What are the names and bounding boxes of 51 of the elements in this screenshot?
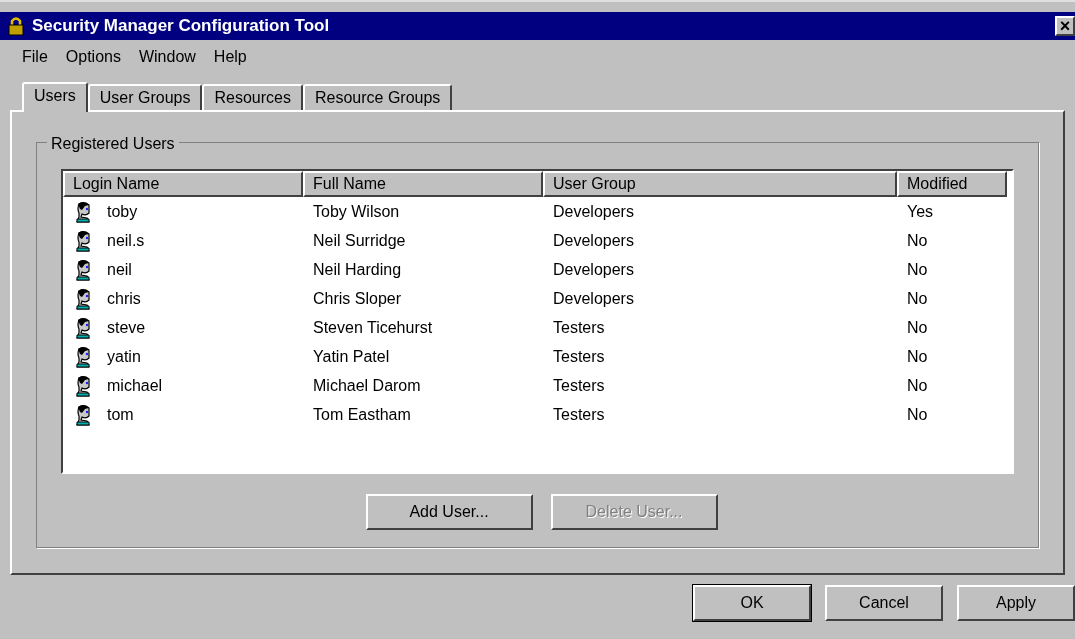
column-header[interactable]: User Group [543,171,897,197]
table-cell-text: Neil Surridge [313,230,406,251]
table-cell-text: michael [107,375,163,396]
table-cell-text: Testers [553,346,605,367]
table-cell-text: tom [107,404,134,425]
column-header[interactable]: Login Name [63,171,303,197]
dialog-button[interactable]: Apply [957,585,1075,621]
menu-item[interactable]: Help [213,45,247,69]
table-cell-text: Testers [553,317,605,338]
close-button[interactable]: × [1055,16,1075,36]
table-cell-text: No [907,288,928,309]
menu-item[interactable]: Window [138,45,196,69]
tab[interactable]: Users [22,82,88,112]
table-cell-text: No [907,346,928,367]
table-cell-text: No [907,230,928,251]
tab[interactable]: User Groups [87,84,203,110]
list-button[interactable]: Add User... [365,494,533,530]
tab[interactable]: Resource Groups [302,84,453,110]
table-cell-text: Chris Sloper [313,288,402,309]
dialog-button[interactable]: Cancel [825,585,943,621]
table-cell-text: Steven Ticehurst [313,317,433,338]
menu-item[interactable]: File [22,45,48,69]
dialog-button[interactable]: OK [693,585,811,621]
table-cell-text: Yes [907,201,934,222]
table-cell-text: Developers [553,230,634,251]
table-cell-text: Testers [553,375,605,396]
table-cell-text: neil [107,259,132,280]
table-cell-text: steve [107,317,146,338]
column-header[interactable]: Full Name [303,171,543,197]
table-cell-text: toby [107,201,138,222]
column-header[interactable]: Modified [897,171,1007,197]
table-cell-text: No [907,259,928,280]
table-cell-text: Neil Harding [313,259,402,280]
table-cell-text: Developers [553,259,634,280]
table-cell-text: Developers [553,201,634,222]
padlock-icon [8,16,24,36]
table-cell-text: Developers [553,288,634,309]
tab[interactable]: Resources [202,84,303,110]
table-cell-text: No [907,317,928,338]
table-cell-text: yatin [107,346,141,367]
table-cell-text: No [907,404,928,425]
table-cell-text: Toby Wilson [313,201,400,222]
menu-item[interactable]: Options [65,45,121,69]
table-cell-text: Michael Darom [313,375,421,396]
table-cell-text: Yatin Patel [313,346,390,367]
window-title: Security Manager Configuration Tool [32,15,330,38]
table-cell-text: Tom Eastham [313,404,411,425]
table-cell-text: chris [107,288,141,309]
table-cell-text: Testers [553,404,605,425]
table-cell-text: neil.s [107,230,145,251]
table-cell-text: No [907,375,928,396]
